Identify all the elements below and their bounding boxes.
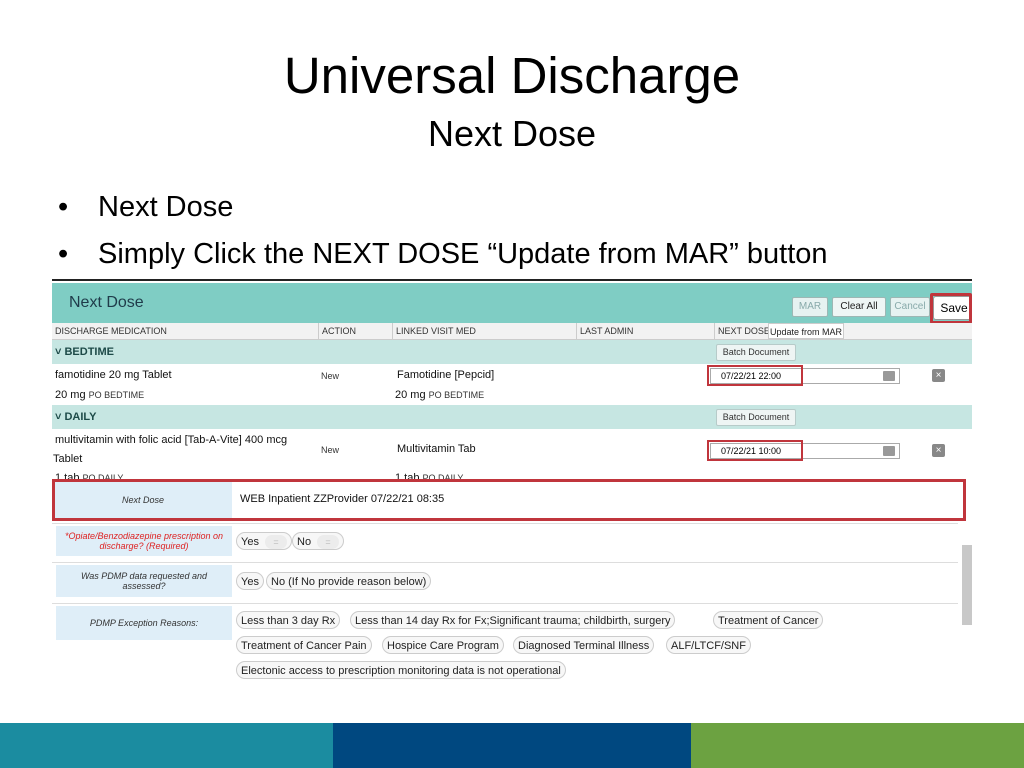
comment-icon[interactable]: = — [264, 535, 287, 550]
mar-button[interactable]: MAR — [792, 297, 828, 317]
group-label: ˅ BEDTIME — [55, 346, 114, 358]
col-last-admin: LAST ADMIN — [580, 326, 634, 336]
col-linked-visit-med: LINKED VISIT MED — [396, 326, 476, 336]
comment-icon[interactable]: = — [317, 535, 340, 550]
col-next-dose: NEXT DOSE — [718, 326, 770, 336]
question-pdmp: Was PDMP data requested and assessed? Ye… — [52, 562, 958, 599]
clear-all-button[interactable]: Clear All — [832, 297, 886, 317]
bullet-icon: • — [58, 191, 69, 223]
footer-band-teal — [0, 723, 333, 768]
slide-title: Universal Discharge — [283, 47, 741, 104]
batch-document-button[interactable]: Batch Document — [716, 409, 796, 426]
batch-document-button[interactable]: Batch Document — [716, 344, 796, 361]
calendar-icon[interactable] — [883, 371, 895, 381]
bullet-1: • Next Dose — [58, 190, 233, 224]
group-bedtime[interactable]: ˅ BEDTIME Batch Document — [52, 340, 972, 364]
cancel-button[interactable]: Cancel — [890, 297, 930, 317]
divider — [52, 279, 972, 281]
bullet-text: Next Dose — [98, 191, 234, 223]
bullet-text: Simply Click the NEXT DOSE “Update from … — [98, 238, 828, 270]
yes-option[interactable]: Yes — [236, 572, 264, 590]
panel-title: Next Dose — [69, 294, 144, 311]
yes-option[interactable]: Yes = — [236, 532, 292, 550]
exception-option[interactable]: Treatment of Cancer Pain — [236, 636, 372, 654]
slide-subtitle: Next Dose — [427, 113, 597, 154]
next-dose-highlight — [707, 440, 803, 461]
linked-med-dose: 20 mg PO BEDTIME — [395, 389, 485, 401]
col-action: ACTION — [322, 326, 357, 336]
question-label: PDMP Exception Reasons: — [56, 606, 232, 640]
question-label: *Opiate/Benzodiazepine prescription on d… — [56, 526, 232, 556]
bullet-icon: • — [58, 238, 69, 270]
med-action: New — [321, 445, 340, 455]
group-daily[interactable]: ˅ DAILY Batch Document — [52, 405, 972, 429]
no-option[interactable]: No (If No provide reason below) — [266, 572, 432, 590]
save-highlight — [930, 293, 972, 324]
calendar-icon[interactable] — [883, 446, 895, 456]
med-name: multivitamin with folic acid [Tab-A-Vite… — [55, 434, 288, 446]
next-dose-highlight — [707, 365, 803, 386]
question-pdmp-exceptions: PDMP Exception Reasons: Less than 3 day … — [52, 603, 958, 685]
linked-med-name: Famotidine [Pepcid] — [397, 369, 495, 381]
footer-band-navy — [333, 723, 691, 768]
med-dose: 20 mg PO BEDTIME — [55, 389, 145, 401]
exception-option[interactable]: ALF/LTCF/SNF — [666, 636, 751, 654]
bullet-2: • Simply Click the NEXT DOSE “Update from… — [58, 237, 828, 271]
exception-option[interactable]: Hospice Care Program — [382, 636, 504, 654]
exception-option[interactable]: Diagnosed Terminal Illness — [513, 636, 655, 654]
med-action: New — [321, 371, 340, 381]
panel-header: Next Dose MAR Clear All Cancel Save — [52, 283, 972, 324]
question-label: Was PDMP data requested and assessed? — [56, 565, 232, 597]
exception-option[interactable]: Less than 3 day Rx — [236, 611, 341, 629]
next-dose-screenshot: Next Dose MAR Clear All Cancel Save DISC… — [52, 279, 972, 685]
footer-band-green — [691, 723, 1024, 768]
exception-option[interactable]: Electonic access to prescription monitor… — [236, 661, 566, 679]
no-option[interactable]: No = — [292, 532, 345, 550]
question-opiate: *Opiate/Benzodiazepine prescription on d… — [52, 523, 958, 558]
scrollbar[interactable] — [962, 545, 972, 625]
next-dose-row-highlight — [52, 479, 966, 521]
exception-option[interactable]: Treatment of Cancer — [713, 611, 824, 629]
update-from-mar-button[interactable]: Update from MAR — [768, 323, 844, 339]
col-discharge-medication: DISCHARGE MEDICATION — [55, 326, 167, 336]
exception-option[interactable]: Less than 14 day Rx for Fx;Significant t… — [350, 611, 676, 629]
med-name-cont: Tablet — [53, 453, 83, 465]
med-name: famotidine 20 mg Tablet — [55, 369, 172, 381]
clear-icon[interactable]: × — [932, 444, 945, 457]
linked-med-name: Multivitamin Tab — [397, 443, 476, 455]
group-label: ˅ DAILY — [55, 411, 97, 423]
clear-icon[interactable]: × — [932, 369, 945, 382]
